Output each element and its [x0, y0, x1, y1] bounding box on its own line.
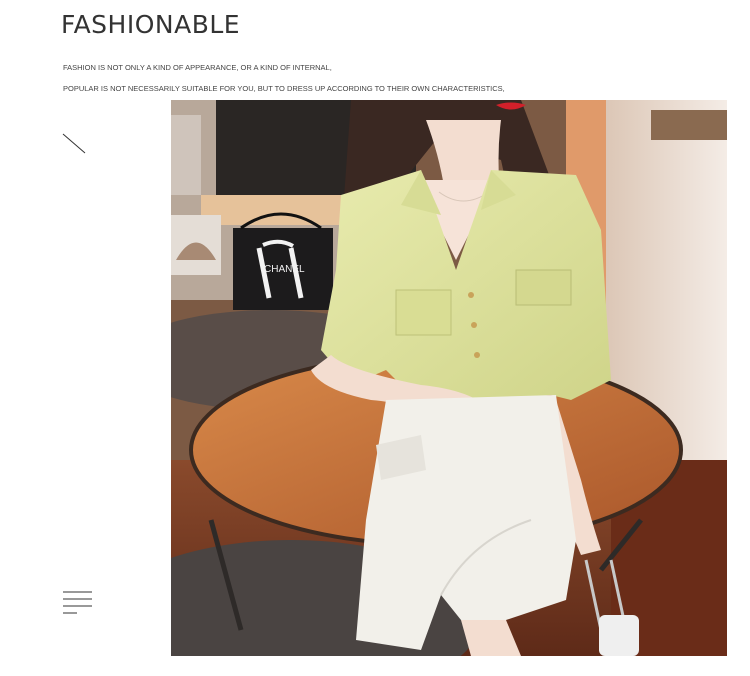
bag-brand-text: CHANEL — [264, 264, 305, 275]
tagline-line-1: FASHION IS NOT ONLY A KIND OF APPEARANCE… — [63, 63, 332, 72]
product-photo: CHANEL — [171, 100, 727, 656]
fashion-model-illustration: CHANEL — [171, 100, 727, 656]
diagonal-line-icon — [62, 133, 86, 154]
tagline-line-2: POPULAR IS NOT NECESSARILY SUITABLE FOR … — [63, 84, 505, 93]
page-title: FASHIONABLE — [61, 10, 241, 39]
menu-lines-icon — [63, 591, 92, 614]
